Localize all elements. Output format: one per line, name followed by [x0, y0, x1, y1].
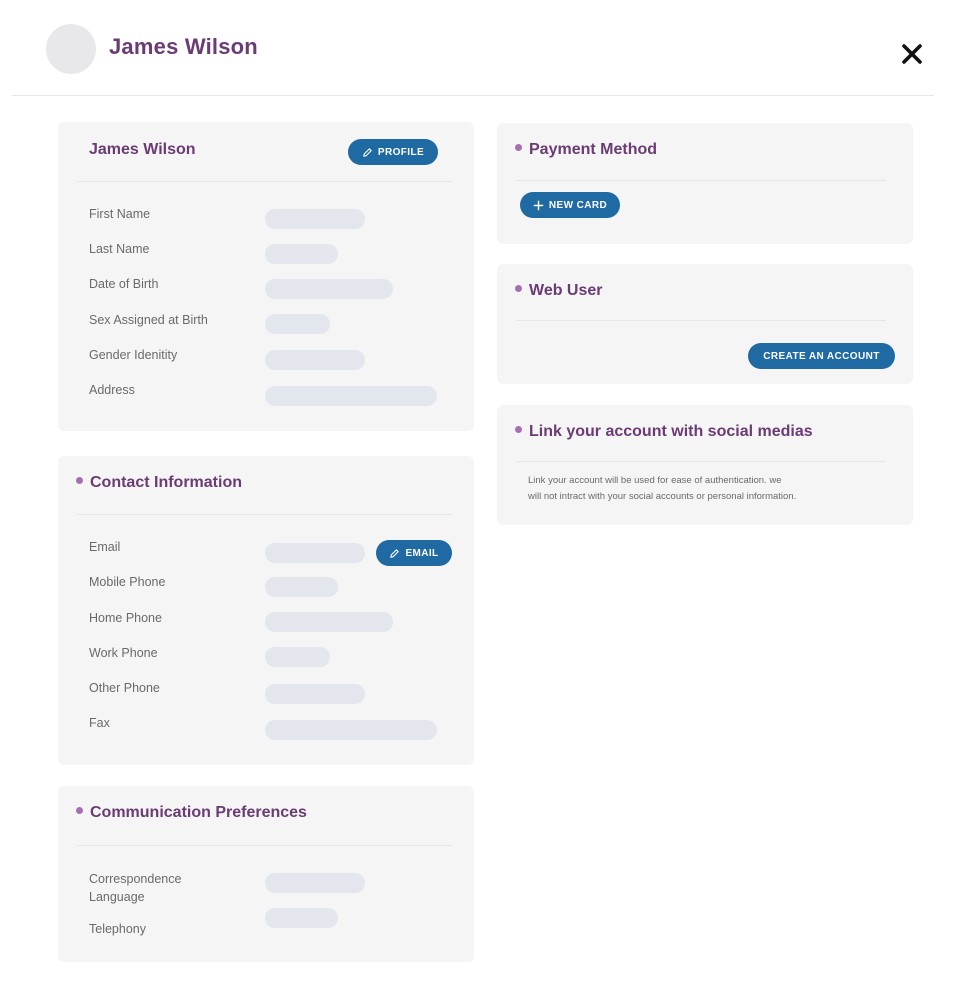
card-divider: [77, 514, 453, 515]
payment-card-title: Payment Method: [515, 141, 657, 159]
card-divider: [516, 180, 886, 181]
plus-icon: [533, 200, 544, 211]
field-value-mobile-phone: [265, 577, 338, 597]
new-card-label: NEW CARD: [548, 199, 608, 211]
field-label-work-phone: Work Phone: [89, 646, 158, 660]
field-label-fax: Fax: [89, 716, 110, 730]
create-account-button[interactable]: CREATE AN ACCOUNT: [748, 343, 895, 369]
page-title: James Wilson: [109, 34, 258, 59]
web-user-card: Web User CREATE AN ACCOUNT: [497, 264, 913, 384]
pencil-icon: [362, 147, 373, 158]
field-label-email: Email: [89, 540, 121, 554]
field-label-sex-assigned: Sex Assigned at Birth: [89, 313, 208, 327]
social-description-line2: will not intract with your social accoun…: [528, 491, 797, 502]
communication-card: Communication Preferences Correspondence…: [58, 786, 474, 962]
header-divider: [12, 95, 934, 96]
field-value-email: [265, 543, 365, 563]
field-label-home-phone: Home Phone: [89, 611, 162, 625]
field-label-date-of-birth: Date of Birth: [89, 277, 159, 291]
social-description-line1: Link your account will be used for ease …: [528, 475, 782, 486]
web-user-card-title: Web User: [515, 282, 603, 300]
social-card: Link your account with social medias Lin…: [497, 405, 913, 525]
section-dot: [515, 144, 522, 151]
field-label-telephony: Telephony: [89, 922, 146, 936]
create-account-label: CREATE AN ACCOUNT: [763, 350, 880, 362]
field-value-sex-assigned: [265, 314, 330, 334]
card-divider: [77, 845, 453, 846]
section-dot: [515, 285, 522, 292]
contact-card: Contact Information Email EMAIL Mobile P…: [58, 456, 474, 765]
field-label-correspondence-language: Correspondence Language: [89, 872, 182, 904]
field-value-date-of-birth: [265, 279, 393, 299]
field-value-telephony: [265, 908, 338, 928]
field-label-address: Address: [89, 383, 135, 397]
edit-profile-label: PROFILE: [377, 146, 425, 158]
modal-header: James Wilson: [0, 0, 976, 96]
close-icon: [902, 44, 922, 64]
edit-email-label: EMAIL: [405, 547, 439, 559]
card-divider: [77, 181, 453, 182]
field-value-gender-identity: [265, 350, 365, 370]
field-value-other-phone: [265, 684, 365, 704]
payment-card: Payment Method NEW CARD: [497, 123, 913, 244]
section-dot: [76, 807, 83, 814]
avatar: [46, 24, 96, 74]
card-divider: [516, 320, 886, 321]
pencil-icon: [389, 548, 400, 559]
card-divider: [516, 461, 886, 462]
profile-card-title: James Wilson: [89, 141, 196, 158]
field-value-first-name: [265, 209, 365, 229]
social-card-title: Link your account with social medias: [515, 423, 813, 441]
field-value-last-name: [265, 244, 338, 264]
edit-profile-button[interactable]: PROFILE: [348, 139, 438, 165]
field-label-mobile-phone: Mobile Phone: [89, 575, 166, 589]
new-card-button[interactable]: NEW CARD: [520, 192, 620, 218]
close-button[interactable]: [898, 40, 926, 68]
field-value-address: [265, 386, 437, 406]
field-value-fax: [265, 720, 437, 740]
social-description: Link your account will be used for ease …: [528, 473, 868, 505]
field-label-gender-identity: Gender Idenitity: [89, 348, 178, 362]
profile-card: James Wilson PROFILE First Name Last Nam…: [58, 122, 474, 431]
field-value-correspondence-language: [265, 873, 365, 893]
communication-card-title: Communication Preferences: [76, 804, 307, 822]
section-dot: [76, 477, 83, 484]
section-dot: [515, 426, 522, 433]
field-label-other-phone: Other Phone: [89, 681, 160, 695]
field-label-first-name: First Name: [89, 207, 151, 221]
field-value-work-phone: [265, 647, 330, 667]
contact-card-title: Contact Information: [76, 474, 242, 492]
field-value-home-phone: [265, 612, 393, 632]
edit-email-button[interactable]: EMAIL: [376, 540, 452, 566]
field-label-last-name: Last Name: [89, 242, 150, 256]
